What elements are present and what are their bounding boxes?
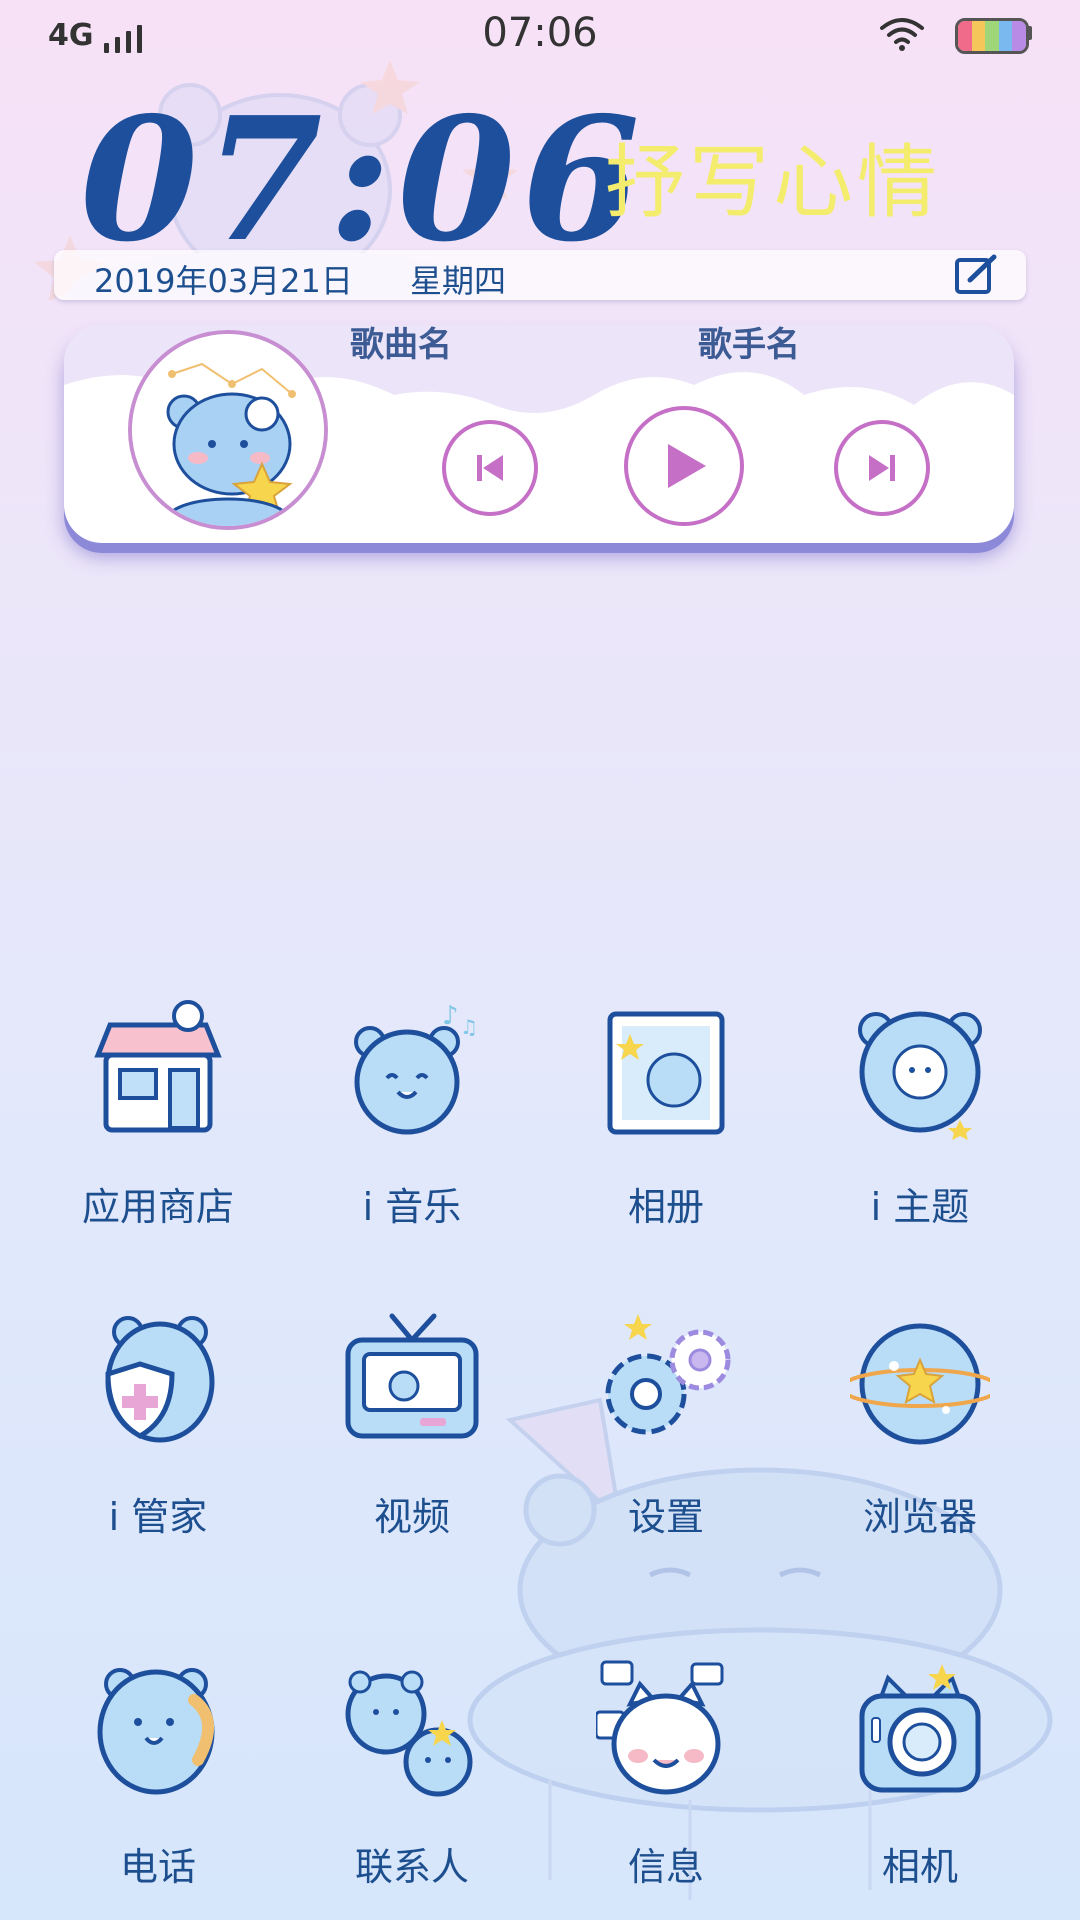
app-theme[interactable]: i 主题: [800, 1000, 1040, 1260]
battery-icon: [955, 18, 1029, 54]
app-label: 联系人: [354, 1845, 469, 1889]
edit-icon[interactable]: [954, 254, 998, 296]
app-label: 浏览器: [862, 1495, 977, 1539]
mood-text[interactable]: 抒写心情: [605, 118, 941, 234]
message-cat-icon: [596, 1660, 724, 1795]
svg-text:♫: ♫: [460, 1015, 478, 1039]
artist-name: 歌手名: [698, 325, 800, 365]
app-label: i 音乐: [362, 1185, 462, 1229]
app-settings[interactable]: 设置: [546, 1310, 786, 1570]
theme-bear-icon: [858, 1011, 982, 1140]
app-manager[interactable]: i 管家: [38, 1310, 278, 1570]
app-store-icon: [94, 1000, 222, 1133]
previous-button[interactable]: [442, 420, 538, 516]
next-button[interactable]: [834, 420, 930, 516]
date-bar: 2019年03月21日 星期四: [54, 250, 1026, 300]
app-contacts[interactable]: 联系人: [292, 1660, 532, 1920]
wifi-icon: [880, 18, 924, 51]
app-label: i 管家: [108, 1495, 208, 1539]
app-label: 应用商店: [81, 1185, 234, 1229]
app-label: 信息: [627, 1845, 704, 1889]
app-label: i 主题: [870, 1185, 970, 1229]
next-icon: [869, 455, 895, 481]
app-label: 设置: [627, 1495, 704, 1539]
song-name: 歌曲名: [350, 325, 452, 365]
app-label: 相册: [627, 1185, 704, 1229]
album-bear-icon: [132, 334, 324, 526]
music-bear-icon: ♪ ♫: [354, 1001, 478, 1135]
gears-icon: [605, 1314, 731, 1435]
battery-tip: [1026, 26, 1032, 40]
date-text: 2019年03月21日: [94, 262, 353, 300]
album-art[interactable]: [128, 330, 328, 530]
app-label: 电话: [119, 1845, 196, 1889]
contacts-bears-icon: [345, 1670, 473, 1797]
weekday-text: 星期四: [410, 262, 507, 300]
app-app-store[interactable]: 应用商店: [38, 1000, 278, 1260]
planet-icon: [850, 1323, 990, 1445]
app-messages[interactable]: 信息: [546, 1660, 786, 1920]
shield-bear-icon: [105, 1316, 215, 1443]
app-label: 视频: [373, 1495, 450, 1539]
app-camera[interactable]: 相机: [800, 1660, 1040, 1920]
tv-icon: [345, 1313, 479, 1439]
play-icon: [668, 444, 706, 488]
phone-bear-icon: [97, 1668, 215, 1795]
camera-icon: [859, 1664, 981, 1793]
app-music[interactable]: ♪ ♫ i 音乐: [292, 1000, 532, 1260]
app-browser[interactable]: 浏览器: [800, 1310, 1040, 1570]
svg-text:♪: ♪: [442, 1001, 459, 1031]
app-label: 相机: [881, 1845, 958, 1889]
previous-icon: [477, 455, 503, 481]
app-album[interactable]: 相册: [546, 1000, 786, 1260]
album-frame-icon: [607, 1011, 725, 1135]
play-button[interactable]: [624, 406, 744, 526]
app-video[interactable]: 视频: [292, 1310, 532, 1570]
app-phone[interactable]: 电话: [38, 1660, 278, 1920]
